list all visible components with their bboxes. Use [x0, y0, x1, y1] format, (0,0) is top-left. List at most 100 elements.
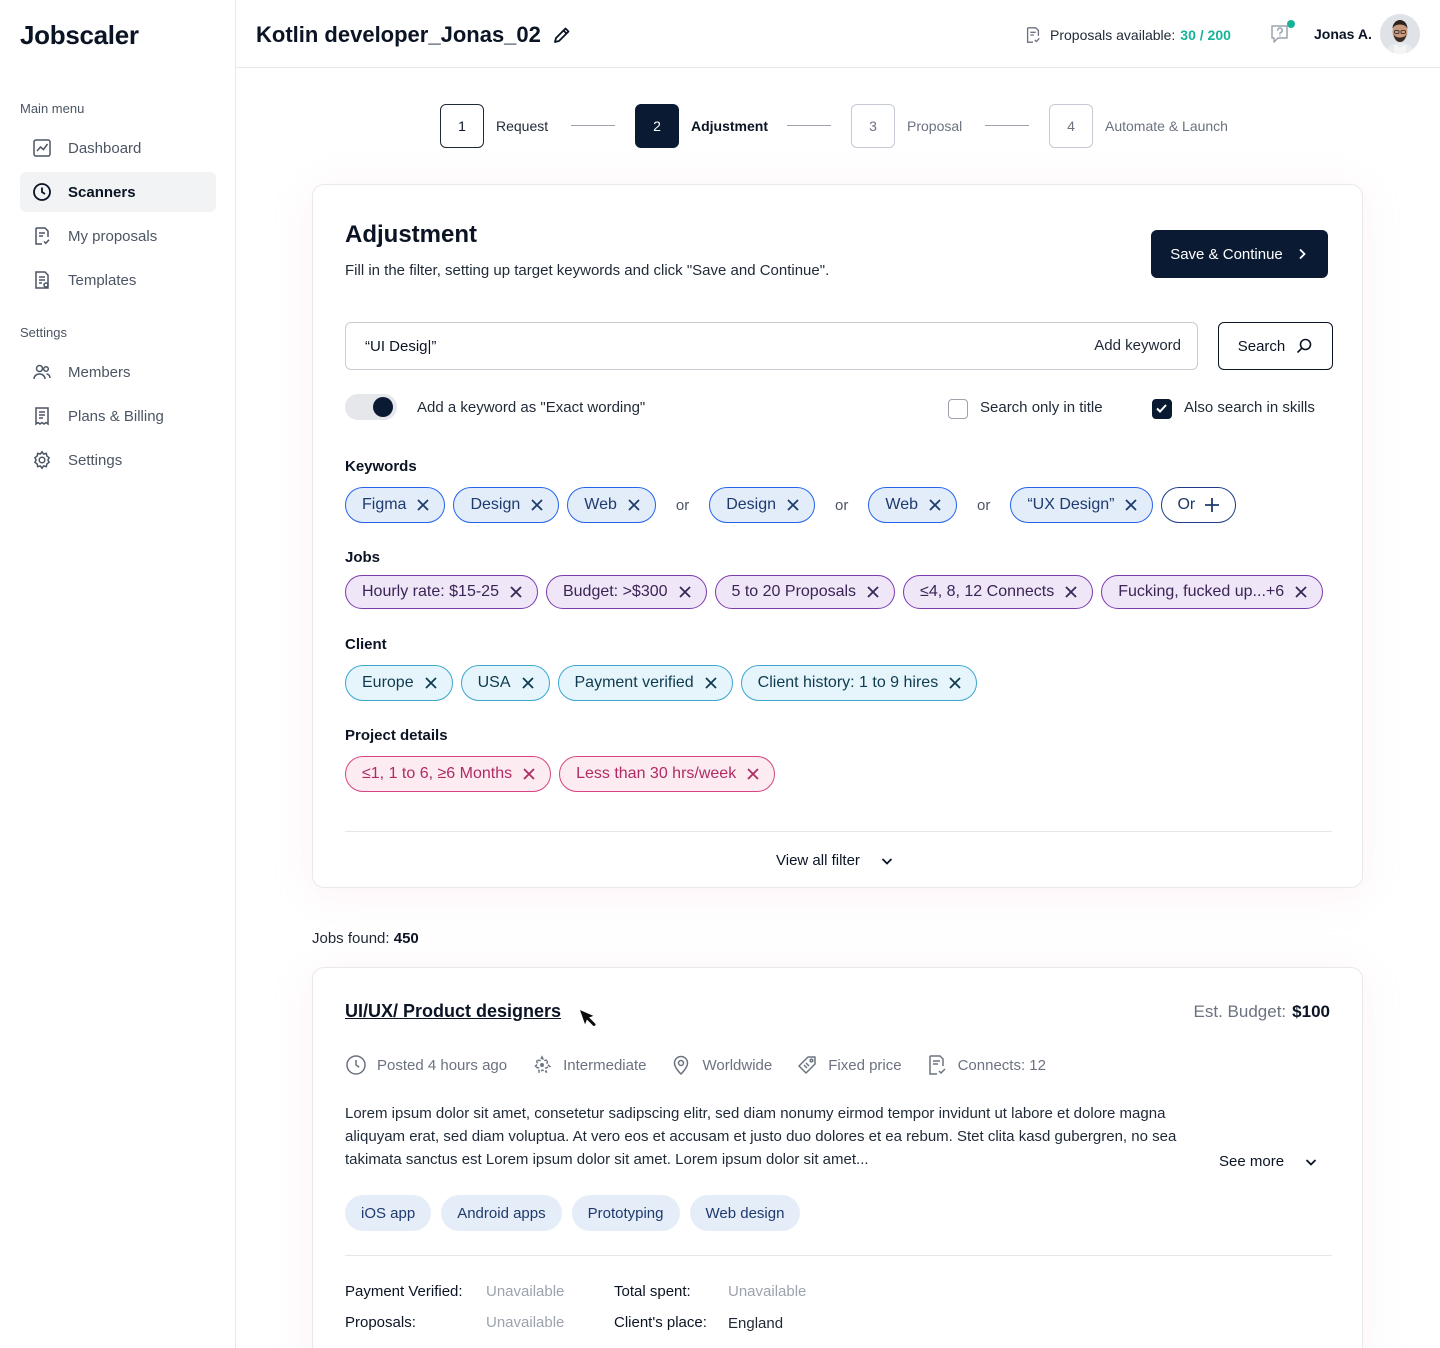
proposals-value: Unavailable [486, 1314, 565, 1331]
sidebar-item-scanners[interactable]: Scanners [20, 172, 216, 212]
chip-label: USA [477, 674, 511, 691]
view-all-filter-button[interactable]: View all filter [776, 852, 894, 869]
or-separator: or [835, 496, 849, 514]
page-title: Kotlin developer_Jonas_02 [256, 22, 541, 47]
sidebar: Jobscaler Main menu Dashboard Scanners M… [0, 0, 236, 1348]
clock-icon [345, 1054, 367, 1076]
sidebar-item-label: Members [68, 363, 131, 381]
keyword-chip[interactable]: Design [709, 487, 816, 523]
close-icon[interactable] [1124, 498, 1138, 512]
step-label: Automate & Launch [1105, 118, 1228, 134]
save-continue-button[interactable]: Save & Continue [1151, 230, 1328, 278]
keyword-chip[interactable]: Web [567, 487, 656, 523]
chevron-right-icon [1295, 247, 1309, 261]
proposals-available-count: 30 / 200 [1180, 27, 1231, 43]
close-icon[interactable] [786, 498, 800, 512]
close-icon[interactable] [1064, 585, 1078, 599]
step-adjustment[interactable]: 2 Adjustment [635, 104, 768, 148]
skill-tag[interactable]: iOS app [345, 1195, 432, 1231]
jobs-filter-chip[interactable]: Hourly rate: $15-25 [345, 575, 538, 609]
see-more-button[interactable]: See more [1219, 1153, 1318, 1170]
close-icon[interactable] [627, 498, 641, 512]
sidebar-item-settings[interactable]: Settings [20, 440, 216, 480]
close-icon[interactable] [509, 585, 523, 599]
jobs-filter-chip[interactable]: Budget: >$300 [545, 575, 707, 609]
chip-label: Fucking, fucked up...+6 [1118, 583, 1285, 600]
client-filter-chip[interactable]: Client history: 1 to 9 hires [740, 665, 978, 701]
step-connector [985, 125, 1029, 126]
keyword-chip[interactable]: Design [453, 487, 560, 523]
search-skills-label: Also search in skills [1184, 399, 1315, 416]
search-button[interactable]: Search [1218, 322, 1333, 370]
skill-tag[interactable]: Web design [689, 1195, 801, 1231]
sidebar-item-plans-billing[interactable]: Plans & Billing [20, 396, 216, 436]
jobs-found-count: Jobs found: 450 [312, 930, 419, 947]
jobs-found-value: 450 [393, 930, 419, 947]
exact-wording-toggle[interactable] [345, 394, 397, 420]
jobs-section-title: Jobs [345, 549, 381, 566]
avatar[interactable] [1380, 14, 1420, 54]
keyword-chip[interactable]: Figma [345, 487, 446, 523]
sidebar-item-dashboard[interactable]: Dashboard [20, 128, 216, 168]
sidebar-item-label: Dashboard [68, 139, 142, 157]
chip-label: Design [470, 496, 521, 513]
job-description: Lorem ipsum dolor sit amet, consetetur s… [345, 1105, 1177, 1168]
chip-label: ≤1, 1 to 6, ≥6 Months [362, 765, 513, 782]
close-icon[interactable] [948, 676, 962, 690]
notification-dot [1287, 20, 1295, 28]
toggle-knob [373, 397, 393, 417]
user-name[interactable]: Jonas A. [1314, 26, 1372, 42]
project-filter-chip[interactable]: Less than 30 hrs/week [559, 756, 776, 792]
proposal-icon [32, 226, 52, 246]
close-icon[interactable] [521, 676, 535, 690]
edit-pencil-icon[interactable] [552, 25, 572, 45]
close-icon[interactable] [746, 767, 760, 781]
skill-tag[interactable]: Prototyping [571, 1195, 680, 1231]
close-icon[interactable] [530, 498, 544, 512]
step-number: 1 [440, 104, 484, 148]
add-keyword-button[interactable]: Add keyword [1094, 337, 1181, 354]
search-title-checkbox[interactable] [948, 399, 968, 419]
price-tag-icon [796, 1054, 818, 1076]
client-section-title: Client [345, 636, 387, 653]
skill-tag[interactable]: Android apps [441, 1195, 562, 1231]
step-proposal[interactable]: 3 Proposal [851, 104, 962, 148]
meta-text: Posted 4 hours ago [377, 1056, 508, 1074]
client-filter-chip[interactable]: Payment verified [557, 665, 733, 701]
app-logo[interactable]: Jobscaler [20, 20, 139, 51]
job-title-link[interactable]: UI/UX/ Product designers [345, 1001, 561, 1022]
close-icon[interactable] [678, 585, 692, 599]
close-icon[interactable] [416, 498, 430, 512]
chip-label: Less than 30 hrs/week [576, 765, 737, 782]
search-skills-checkbox[interactable] [1152, 399, 1172, 419]
close-icon[interactable] [928, 498, 942, 512]
sidebar-item-my-proposals[interactable]: My proposals [20, 216, 216, 256]
sidebar-item-members[interactable]: Members [20, 352, 216, 392]
keyword-input[interactable] [346, 323, 1066, 369]
jobs-filter-chip[interactable]: Fucking, fucked up...+6 [1101, 575, 1324, 609]
close-icon[interactable] [866, 585, 880, 599]
jobs-filter-chip[interactable]: 5 to 20 Proposals [714, 575, 896, 609]
close-icon[interactable] [704, 676, 718, 690]
step-request[interactable]: 1 Request [440, 104, 548, 148]
divider [345, 1255, 1332, 1256]
close-icon[interactable] [1294, 585, 1308, 599]
client-filter-chip[interactable]: USA [460, 665, 550, 701]
location-icon [670, 1054, 692, 1076]
project-filter-chip[interactable]: ≤1, 1 to 6, ≥6 Months [345, 756, 552, 792]
sidebar-item-label: Settings [68, 451, 123, 469]
keyword-chip[interactable]: “UX Design” [1010, 487, 1154, 523]
step-label: Request [496, 118, 549, 134]
step-automate-launch[interactable]: 4 Automate & Launch [1049, 104, 1228, 148]
sidebar-item-templates[interactable]: Templates [20, 260, 216, 300]
client-filter-chip[interactable]: Europe [345, 665, 453, 701]
jobs-filter-chip[interactable]: ≤4, 8, 12 Connects [903, 575, 1094, 609]
chip-label: Figma [362, 496, 407, 513]
add-or-group-button[interactable]: Or [1161, 487, 1237, 523]
close-icon[interactable] [522, 767, 536, 781]
close-icon[interactable] [424, 676, 438, 690]
connects: Connects: 12 [926, 1054, 1046, 1076]
keyword-chip[interactable]: Web [868, 487, 957, 523]
chevron-down-icon [1304, 1155, 1318, 1169]
project-chips: ≤1, 1 to 6, ≥6 Months Less than 30 hrs/w… [345, 756, 783, 792]
